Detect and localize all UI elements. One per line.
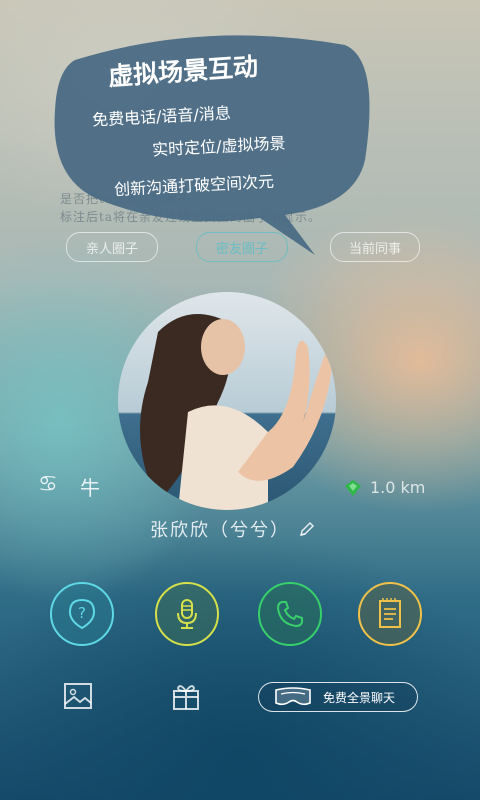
vr-chat-label: 免费全景聊天	[323, 690, 396, 705]
contact-name-row[interactable]: 张欣欣（兮兮）	[150, 516, 316, 542]
avatar[interactable]	[118, 292, 336, 510]
edit-pencil-icon[interactable]	[298, 520, 316, 538]
question-button[interactable]: ?	[50, 582, 114, 646]
contact-name: 张欣欣（兮兮）	[150, 520, 290, 541]
message-button[interactable]	[358, 582, 422, 646]
distance-value: 1.0 km	[370, 478, 426, 497]
question-bubble-icon: ?	[68, 598, 96, 630]
microphone-icon	[177, 599, 197, 629]
call-button[interactable]	[258, 582, 322, 646]
vr-chat-button[interactable]: 免费全景聊天	[258, 682, 418, 712]
gallery-image-icon[interactable]	[62, 680, 94, 712]
phone-icon	[276, 601, 303, 628]
svg-text:?: ?	[78, 604, 86, 622]
location-gem-icon	[345, 479, 361, 496]
zodiac-animal: 牛	[80, 476, 100, 500]
gift-icon[interactable]	[170, 680, 202, 712]
zodiac-icon: ♋	[38, 472, 58, 497]
note-document-icon	[379, 598, 401, 628]
vr-goggles-icon	[275, 687, 311, 706]
voice-button[interactable]	[155, 582, 219, 646]
distance-indicator: 1.0 km	[344, 478, 425, 497]
